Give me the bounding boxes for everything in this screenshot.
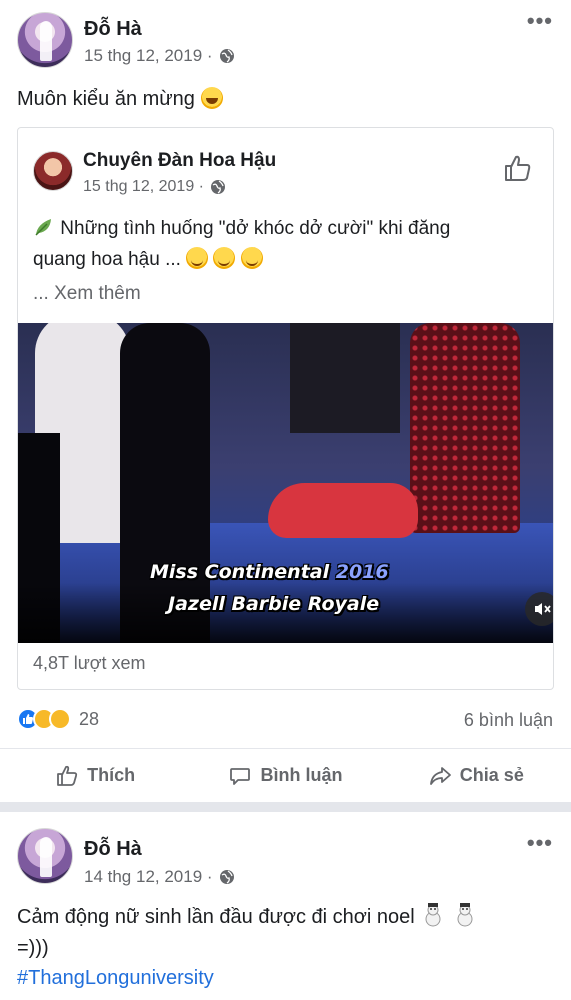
caption-year: 2016 [335,561,389,583]
mute-button[interactable] [525,592,553,626]
comment-count[interactable]: 6 bình luận [464,710,553,731]
video-figure [290,323,400,433]
globe-icon [219,870,234,884]
smile-emoji [213,247,236,269]
post-meta: 15 thg 12, 2019 · [84,46,235,66]
reaction-count[interactable]: 28 [79,709,99,730]
post-text: Muôn kiểu ăn mừng [17,84,223,115]
comment-icon [230,767,251,785]
share-button[interactable]: Chia sẻ [381,749,571,802]
page-name[interactable]: Chuyên Đàn Hoa Hậu [83,150,276,172]
more-icon[interactable]: ••• [527,830,553,856]
post-date[interactable]: 14 thg 12, 2019 · [84,867,213,887]
smile-emoji [186,247,209,269]
shared-post[interactable]: Chuyên Đàn Hoa Hậu 15 thg 12, 2019 · Nhữ… [17,127,554,690]
video-caption-line2: Jazell Barbie Royale [168,593,380,615]
action-bar: Thích Bình luận Chia sẻ [0,748,571,802]
author-avatar[interactable] [17,828,73,884]
shared-text-line2: quang hoa hậu ... [33,249,181,270]
share-icon [429,766,451,785]
shared-post-meta: 15 thg 12, 2019 · [83,178,226,196]
author-name[interactable]: Đỗ Hà [84,18,142,41]
globe-icon [219,49,234,63]
see-more-link[interactable]: ... Xem thêm [33,283,141,305]
comment-button[interactable]: Bình luận [190,749,380,802]
shared-post-text: Những tình huống "dở khóc dở cười" khi đ… [33,213,543,275]
post-card: Đỗ Hà 15 thg 12, 2019 · ••• Muôn kiểu ăn… [0,0,571,802]
thumbs-up-icon [57,765,78,786]
post-card: Đỗ Hà 14 thg 12, 2019 · ••• Cảm động nữ … [0,812,571,1000]
view-count: 4,8T lượt xem [33,653,146,673]
post-meta: 14 thg 12, 2019 · [84,867,235,887]
smile-emoji [240,247,263,269]
page-avatar[interactable] [33,151,73,191]
reactions-summary[interactable]: 28 [17,708,99,730]
video-figure [268,483,418,538]
post-text-line1: Cảm động nữ sinh lần đầu được đi chơi no… [17,906,415,928]
post-date[interactable]: 15 thg 12, 2019 · [84,46,213,66]
author-avatar[interactable] [17,12,73,68]
hashtag-link[interactable]: #ThangLonguniversity [17,967,214,990]
laughing-emoji [200,87,223,109]
video-figure [410,323,520,533]
snowman-emoji [457,903,473,927]
video-player[interactable]: Miss Continental 2016 Jazell Barbie Roya… [18,323,553,643]
sad-reaction-icon [49,708,71,730]
snowman-emoji [425,903,441,927]
share-label: Chia sẻ [459,765,524,785]
shared-text-line1: Những tình huống "dở khóc dở cười" khi đ… [60,218,451,239]
caption-title: Miss Continental [150,561,336,583]
globe-icon [210,180,225,194]
feed-separator [0,802,571,812]
shared-post-date[interactable]: 15 thg 12, 2019 · [83,178,204,196]
post-text-content: Muôn kiểu ăn mừng [17,88,195,110]
comment-label: Bình luận [260,765,343,785]
video-caption-line1: Miss Continental 2016 [150,561,389,583]
leaf-icon [35,219,51,236]
post-text: Cảm động nữ sinh lần đầu được đi chơi no… [17,902,478,964]
post-text-line2: =))) [17,937,49,959]
more-icon[interactable]: ••• [527,8,553,34]
like-label: Thích [87,765,136,785]
like-button[interactable]: Thích [0,749,190,802]
author-name[interactable]: Đỗ Hà [84,838,142,861]
thumbs-up-icon[interactable] [501,152,533,184]
mute-icon [535,603,551,615]
